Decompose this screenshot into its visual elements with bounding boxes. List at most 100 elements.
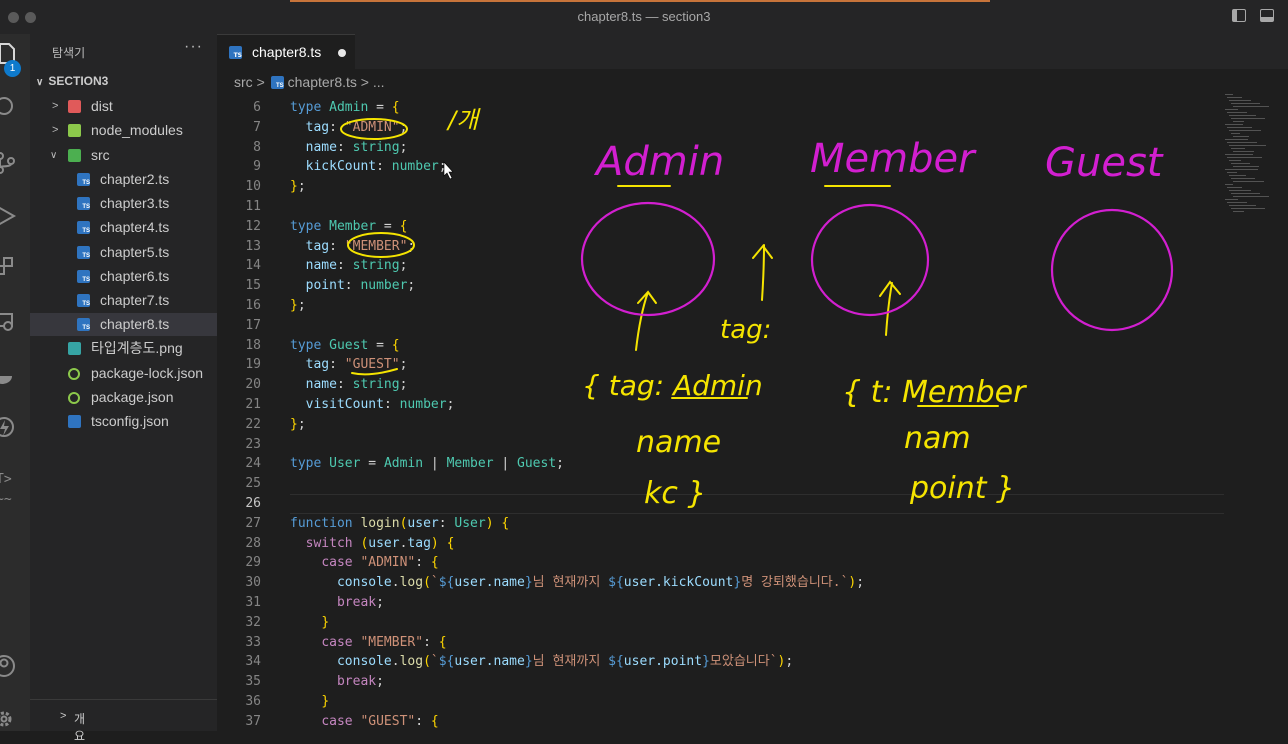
line-number: 21: [245, 397, 261, 412]
code-line[interactable]: 29 case "ADMIN": {: [217, 553, 1288, 573]
tree-item-label: tsconfig.json: [91, 413, 169, 429]
line-number: 23: [245, 436, 261, 452]
code-line[interactable]: 7 tag: "ADMIN";: [217, 118, 1288, 138]
explorer-sidebar: 탐색기 ··· ∨ SECTION3 > dist > node_modules …: [30, 34, 217, 743]
outline-section-header[interactable]: > 개요: [30, 699, 217, 743]
code-line[interactable]: 22};: [217, 415, 1288, 435]
tree-item-chapter8[interactable]: chapter8.ts: [30, 313, 217, 336]
title-bar: chapter8.ts — section3: [0, 0, 1288, 35]
tree-item-label: 타입계층도.png: [91, 340, 183, 356]
tree-item-package-json[interactable]: package.json: [30, 386, 217, 409]
code-line[interactable]: 35 break;: [217, 672, 1288, 692]
tree-item-node-modules[interactable]: > node_modules: [30, 119, 217, 142]
breadcrumb-file[interactable]: chapter8.ts: [288, 74, 357, 90]
code-line[interactable]: 31 break;: [217, 593, 1288, 613]
search-icon[interactable]: [0, 96, 18, 125]
code-line[interactable]: 17: [217, 316, 1288, 336]
code-line[interactable]: 23: [217, 435, 1288, 455]
code-line[interactable]: 34 console.log(`${user.name}님 현재까지 ${use…: [217, 652, 1288, 672]
typescript-file-icon: [77, 270, 90, 283]
line-number: 27: [245, 515, 261, 531]
code-line[interactable]: 16};: [217, 296, 1288, 316]
code-line[interactable]: 36 }: [217, 692, 1288, 712]
line-number: 20: [245, 377, 261, 393]
line-text: break;: [336, 595, 384, 610]
line-text: visitCount: number;: [305, 397, 455, 412]
tree-item-chapter7[interactable]: chapter7.ts: [30, 289, 217, 312]
code-line[interactable]: 11: [217, 197, 1288, 217]
tree-item-chapter5[interactable]: chapter5.ts: [30, 241, 217, 264]
code-line[interactable]: 14 name: string;: [217, 256, 1288, 276]
code-line[interactable]: 27 function login(user: User) {: [217, 514, 1288, 534]
code-line[interactable]: 13 tag: "MEMBER";: [217, 237, 1288, 257]
code-line[interactable]: 30 console.log(`${user.name}님 현재까지 ${use…: [217, 573, 1288, 593]
line-text: type Guest = {: [290, 337, 400, 353]
workspace-section-header[interactable]: ∨ SECTION3: [36, 74, 108, 88]
breadcrumb-rest[interactable]: > ...: [361, 74, 385, 90]
code-line[interactable]: 32 }: [217, 613, 1288, 633]
tree-item-tsconfig[interactable]: tsconfig.json: [30, 410, 217, 433]
minimap-line: [1231, 103, 1260, 104]
code-line[interactable]: 6 type Admin = {: [217, 98, 1288, 118]
code-line[interactable]: 15 point: number;: [217, 276, 1288, 296]
code-line[interactable]: 18 type Guest = {: [217, 336, 1288, 356]
line-text: tag: "GUEST";: [305, 357, 408, 373]
tree-item-label: src: [91, 147, 110, 163]
minimap-line: [1231, 118, 1265, 119]
tree-item-chapter3[interactable]: chapter3.ts: [30, 192, 217, 215]
line-number: 26: [245, 496, 261, 511]
code-line[interactable]: 12 type Member = {: [217, 217, 1288, 237]
current-line-highlight: [290, 494, 1224, 514]
code-line[interactable]: 25: [217, 474, 1288, 494]
tree-item-dist[interactable]: > dist: [30, 95, 217, 118]
extensions-icon[interactable]: [0, 256, 18, 285]
line-text: type User = Admin | Member | Guest;: [290, 456, 564, 472]
folder-dist-icon: [68, 100, 81, 113]
docker-icon[interactable]: [0, 364, 18, 393]
minimap-line: [1227, 97, 1242, 98]
toggle-panel-icon[interactable]: [1260, 9, 1274, 22]
breadcrumb-folder[interactable]: src: [234, 74, 253, 90]
line-text: break;: [336, 674, 384, 690]
tree-item-chapter6[interactable]: chapter6.ts: [30, 265, 217, 288]
code-line[interactable]: 33 case "MEMBER": {: [217, 633, 1288, 653]
minimap[interactable]: [1225, 94, 1288, 214]
settings-gear-icon[interactable]: [0, 707, 18, 736]
code-line[interactable]: 37 case "GUEST": {: [217, 712, 1288, 732]
line-text: type Member = {: [290, 218, 408, 234]
line-text: function login(user: User) {: [290, 515, 510, 531]
code-line[interactable]: 9 kickCount: number;: [217, 157, 1288, 177]
chevron-down-icon: ∨: [36, 77, 44, 88]
tree-item-chapter4[interactable]: chapter4.ts: [30, 216, 217, 239]
line-text: console.log(`${user.name}님 현재까지 ${user.k…: [336, 575, 865, 591]
source-control-icon[interactable]: [0, 151, 18, 180]
tree-item-package-lock[interactable]: package-lock.json: [30, 362, 217, 385]
unsaved-dot-icon[interactable]: [338, 49, 346, 57]
tree-item-chapter2[interactable]: chapter2.ts: [30, 168, 217, 191]
code-line[interactable]: 8 name: string;: [217, 138, 1288, 158]
run-debug-icon[interactable]: [0, 204, 18, 233]
code-line[interactable]: 28 switch (user.tag) {: [217, 534, 1288, 554]
line-number: 30: [245, 575, 261, 591]
thunder-client-icon[interactable]: [0, 417, 18, 446]
code-line[interactable]: 19 tag: "GUEST";: [217, 355, 1288, 375]
code-line[interactable]: 20 name: string;: [217, 375, 1288, 395]
code-line[interactable]: 10};: [217, 177, 1288, 197]
tab-chapter8[interactable]: chapter8.ts: [217, 34, 355, 69]
tree-item-src[interactable]: ∨ src: [30, 144, 217, 167]
remote-explorer-icon[interactable]: [0, 310, 18, 339]
toggle-sidebar-icon[interactable]: [1232, 9, 1246, 22]
minimap-line: [1225, 154, 1253, 155]
code-line[interactable]: 21 visitCount: number;: [217, 395, 1288, 415]
line-text: point: number;: [305, 278, 416, 294]
code-line[interactable]: 24 type User = Admin | Member | Guest;: [217, 454, 1288, 474]
terminal-tag-icon[interactable]: T>~~: [0, 470, 12, 510]
explorer-title: 탐색기: [52, 46, 86, 60]
minimap-line: [1229, 145, 1266, 146]
minimap-line: [1225, 169, 1258, 170]
account-icon[interactable]: [0, 654, 18, 683]
code-line[interactable]: 26: [217, 494, 1288, 514]
line-number: 31: [245, 595, 261, 610]
tree-item-type-hierarchy-png[interactable]: 타입계층도.png: [30, 337, 217, 360]
more-actions-icon[interactable]: ···: [184, 38, 203, 56]
